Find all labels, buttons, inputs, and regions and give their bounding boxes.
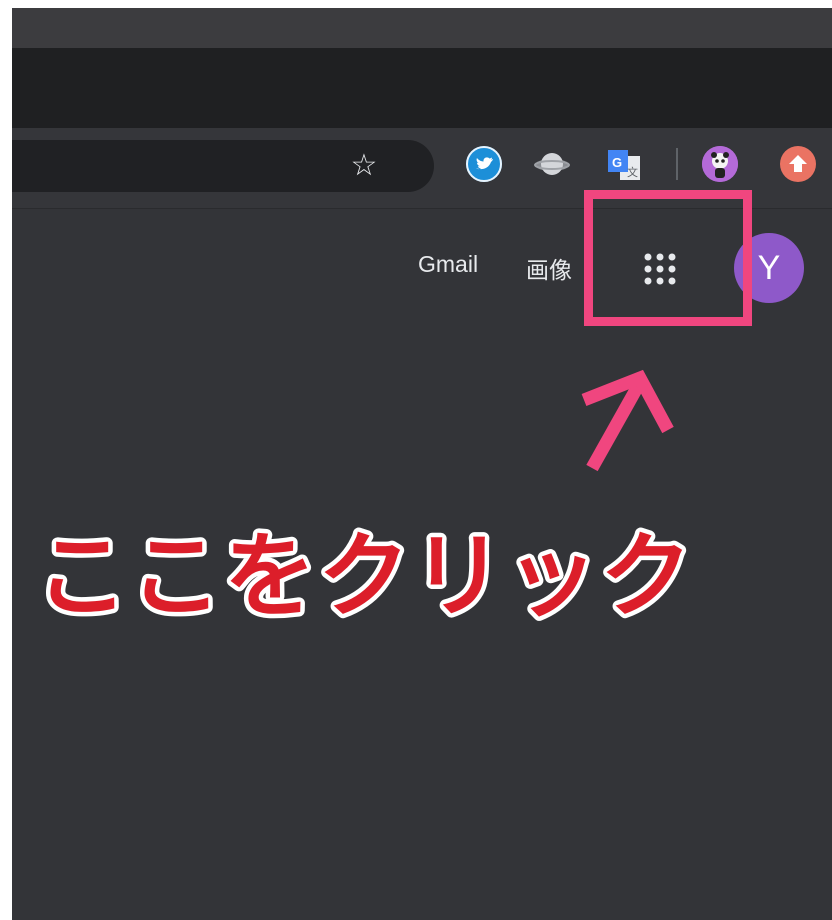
window-title-bar: [12, 8, 832, 49]
caption-click-here: ここをクリック: [32, 522, 697, 632]
upload-arrow-icon: [781, 147, 815, 181]
svg-text:G: G: [612, 155, 622, 170]
panda-icon: [702, 146, 738, 182]
twitter-extension-button[interactable]: [466, 146, 502, 182]
screenshot-stage: ☆ G 文 Gmail 画像 Y ここをクリック: [12, 8, 832, 920]
toolbar-divider: [676, 148, 678, 180]
highlight-box: [584, 190, 752, 326]
upload-extension-button[interactable]: [780, 146, 816, 182]
caption-text: ここをクリック: [36, 523, 694, 630]
planet-icon: [534, 153, 570, 175]
tab-strip: [12, 48, 832, 128]
profile-button[interactable]: [702, 146, 738, 182]
pointer-arrow: [581, 369, 674, 472]
gmail-link[interactable]: Gmail: [418, 251, 478, 278]
google-translate-extension-button[interactable]: G 文: [606, 148, 642, 182]
star-icon[interactable]: ☆: [346, 148, 382, 184]
planet-extension-button[interactable]: [534, 146, 570, 182]
svg-text:文: 文: [627, 165, 638, 179]
bird-icon: [466, 146, 502, 182]
address-bar[interactable]: ☆: [12, 140, 434, 192]
images-link[interactable]: 画像: [526, 251, 574, 285]
google-translate-icon: G 文: [608, 150, 640, 180]
